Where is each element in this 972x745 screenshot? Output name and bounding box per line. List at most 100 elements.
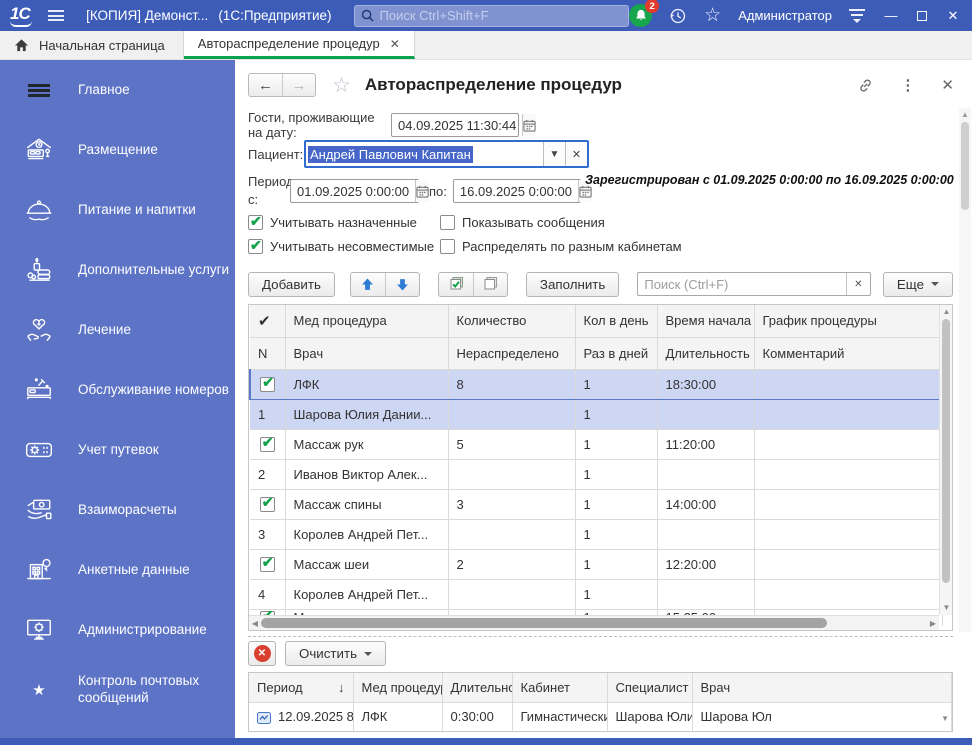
start-time-cell[interactable]: 11:20:00	[657, 429, 755, 460]
patient-field[interactable]: Андрей Павлович Капитан ▼ ✕	[304, 140, 589, 168]
col-header-check-icon[interactable]: ✔	[250, 305, 286, 338]
period-from-value[interactable]: 01.09.2025 0:00:00	[291, 184, 415, 199]
close-form-icon[interactable]: ✕	[941, 76, 954, 94]
sidebar-item-dop-uslugi[interactable]: Дополнительные услуги	[0, 240, 235, 300]
undistributed-cell[interactable]	[448, 579, 576, 610]
move-down-button[interactable]	[384, 272, 419, 296]
procedure-cell[interactable]: ЛФК	[353, 702, 443, 731]
close-window-button[interactable]: ✕	[944, 8, 962, 24]
per-day-cell[interactable]: 1	[575, 489, 658, 520]
uncheck-all-button[interactable]	[472, 272, 507, 296]
checkbox-option-0[interactable]: Учитывать назначенные	[248, 213, 440, 230]
duration-cell[interactable]	[657, 519, 755, 550]
row-number[interactable]: 3	[250, 519, 286, 550]
start-time-cell[interactable]: 14:00:00	[657, 489, 755, 520]
row-checkbox-icon[interactable]	[259, 434, 275, 453]
checkbox-icon[interactable]	[248, 237, 263, 254]
service-menu-icon[interactable]	[849, 8, 865, 23]
duration-cell[interactable]: 0:30:00	[442, 702, 513, 731]
more-button[interactable]: Еще	[882, 271, 953, 297]
sidebar-item-razmeshchenie[interactable]: Размещение	[0, 120, 235, 180]
comment-cell[interactable]	[754, 579, 943, 610]
maximize-button[interactable]	[917, 10, 927, 21]
sidebar-item-uchet-putevok[interactable]: Учет путевок	[0, 420, 235, 480]
schedule-cell[interactable]	[754, 429, 943, 460]
procedure-name[interactable]: Массаж шеи	[285, 549, 449, 580]
vscroll-thumb[interactable]	[942, 319, 950, 583]
per-day-cell[interactable]: 1	[575, 368, 658, 400]
comment-cell[interactable]	[754, 459, 943, 490]
tab-active[interactable]: Автораспределение процедур ✕	[183, 31, 415, 59]
sidebar-item-pitanie[interactable]: Питание и напитки	[0, 180, 235, 240]
per-day-cell[interactable]: 1	[575, 549, 658, 580]
checkbox-option-3[interactable]: Распределять по разным кабинетам	[440, 239, 682, 254]
col-header[interactable]: N	[250, 337, 286, 370]
procedure-name[interactable]: Массаж рук	[285, 429, 449, 460]
sidebar-item-obsluzhivanie[interactable]: Обслуживание номеров	[0, 360, 235, 420]
fill-button[interactable]: Заполнить	[525, 271, 620, 297]
schedule-cell[interactable]	[754, 489, 943, 520]
patient-value[interactable]: Андрей Павлович Капитан	[308, 145, 473, 163]
col-header[interactable]: Комментарий	[754, 337, 943, 370]
sidebar-item-administrirovanie[interactable]: Администрирование	[0, 600, 235, 660]
patient-dropdown-icon[interactable]: ▼	[543, 142, 565, 166]
comment-cell[interactable]	[754, 399, 943, 430]
row-checkbox-icon[interactable]	[260, 374, 276, 393]
per-days-cell[interactable]: 1	[575, 399, 658, 430]
table-search-input[interactable]	[638, 273, 846, 295]
add-button[interactable]: Добавить	[248, 271, 335, 297]
quantity-cell[interactable]: 2	[448, 549, 576, 580]
row-checkbox-icon[interactable]	[259, 494, 275, 513]
period-from-field[interactable]: 01.09.2025 0:00:00	[290, 179, 430, 203]
scroll-down-icon[interactable]: ▼	[940, 602, 953, 614]
sidebar-item-glavnoe[interactable]: Главное	[0, 60, 235, 120]
doctor-row[interactable]: 3 Королев Андрей Пет... 1	[250, 519, 943, 550]
get-link-icon[interactable]	[857, 77, 874, 94]
undistributed-cell[interactable]	[448, 459, 576, 490]
doctor-name[interactable]: Иванов Виктор Алек...	[285, 459, 449, 490]
form-vertical-scrollbar[interactable]: ▲	[959, 108, 971, 632]
col-header[interactable]: Мед процедура	[353, 673, 443, 703]
checkbox-icon[interactable]	[248, 213, 263, 230]
doctor-name[interactable]: Королев Андрей Пет...	[285, 579, 449, 610]
col-header[interactable]: Время начала	[657, 305, 755, 338]
duration-cell[interactable]	[657, 399, 755, 430]
sidebar-item-anketnye[interactable]: Анкетные данные	[0, 540, 235, 600]
doctor-row[interactable]: 4 Королев Андрей Пет... 1	[250, 579, 943, 610]
minimize-button[interactable]: —	[882, 8, 900, 23]
period-cell[interactable]: 12.09.2025 8:00:00	[249, 702, 354, 731]
col-header[interactable]: Мед процедура	[285, 305, 449, 338]
table-vertical-scrollbar[interactable]: ▲ ▼	[939, 305, 952, 615]
calendar-icon[interactable]	[522, 114, 537, 136]
schedule-row[interactable]: 12.09.2025 8:00:00ЛФК0:30:00Гимнастическ…	[249, 702, 952, 731]
col-header[interactable]: Специалист	[607, 673, 693, 703]
col-header[interactable]: График процедуры	[754, 305, 943, 338]
start-time-cell[interactable]: 18:30:00	[657, 368, 755, 400]
col-header[interactable]: Кабинет	[512, 673, 608, 703]
tab-close-icon[interactable]: ✕	[390, 37, 400, 51]
procedure-row[interactable]: ЛФК8118:30:00	[249, 368, 943, 400]
favorite-star-icon[interactable]: ☆	[332, 73, 351, 98]
start-time-cell[interactable]: 12:20:00	[657, 549, 755, 580]
row-number[interactable]: 4	[250, 579, 286, 610]
sort-desc-icon[interactable]: ↓	[338, 680, 345, 695]
col-header[interactable]: Длительность	[657, 337, 755, 370]
per-days-cell[interactable]: 1	[575, 519, 658, 550]
col-header[interactable]: Кол в день	[575, 305, 658, 338]
undistributed-cell[interactable]	[448, 519, 576, 550]
doctor-name[interactable]: Шарова Юлия Дании...	[285, 399, 449, 430]
tab-home[interactable]: Начальная страница	[0, 31, 184, 59]
guests-date-field[interactable]: 04.09.2025 11:30:44	[391, 113, 537, 137]
hscroll-thumb[interactable]	[261, 618, 827, 628]
back-arrow-button[interactable]: ←	[249, 74, 282, 96]
undistributed-cell[interactable]	[448, 399, 576, 430]
history-icon[interactable]	[669, 7, 687, 25]
search-clear-icon[interactable]: ✕	[845, 273, 870, 295]
procedure-name[interactable]: Массаж спины	[285, 489, 449, 520]
cabinet-cell[interactable]: Гимнастически...	[512, 702, 608, 731]
col-header[interactable]: Длительность	[442, 673, 513, 703]
schedule-cell[interactable]	[754, 368, 943, 400]
procedure-name[interactable]: ЛФК	[285, 368, 449, 400]
form-scroll-thumb[interactable]	[961, 122, 969, 210]
more-menu-icon[interactable]: ⋮	[900, 76, 915, 94]
